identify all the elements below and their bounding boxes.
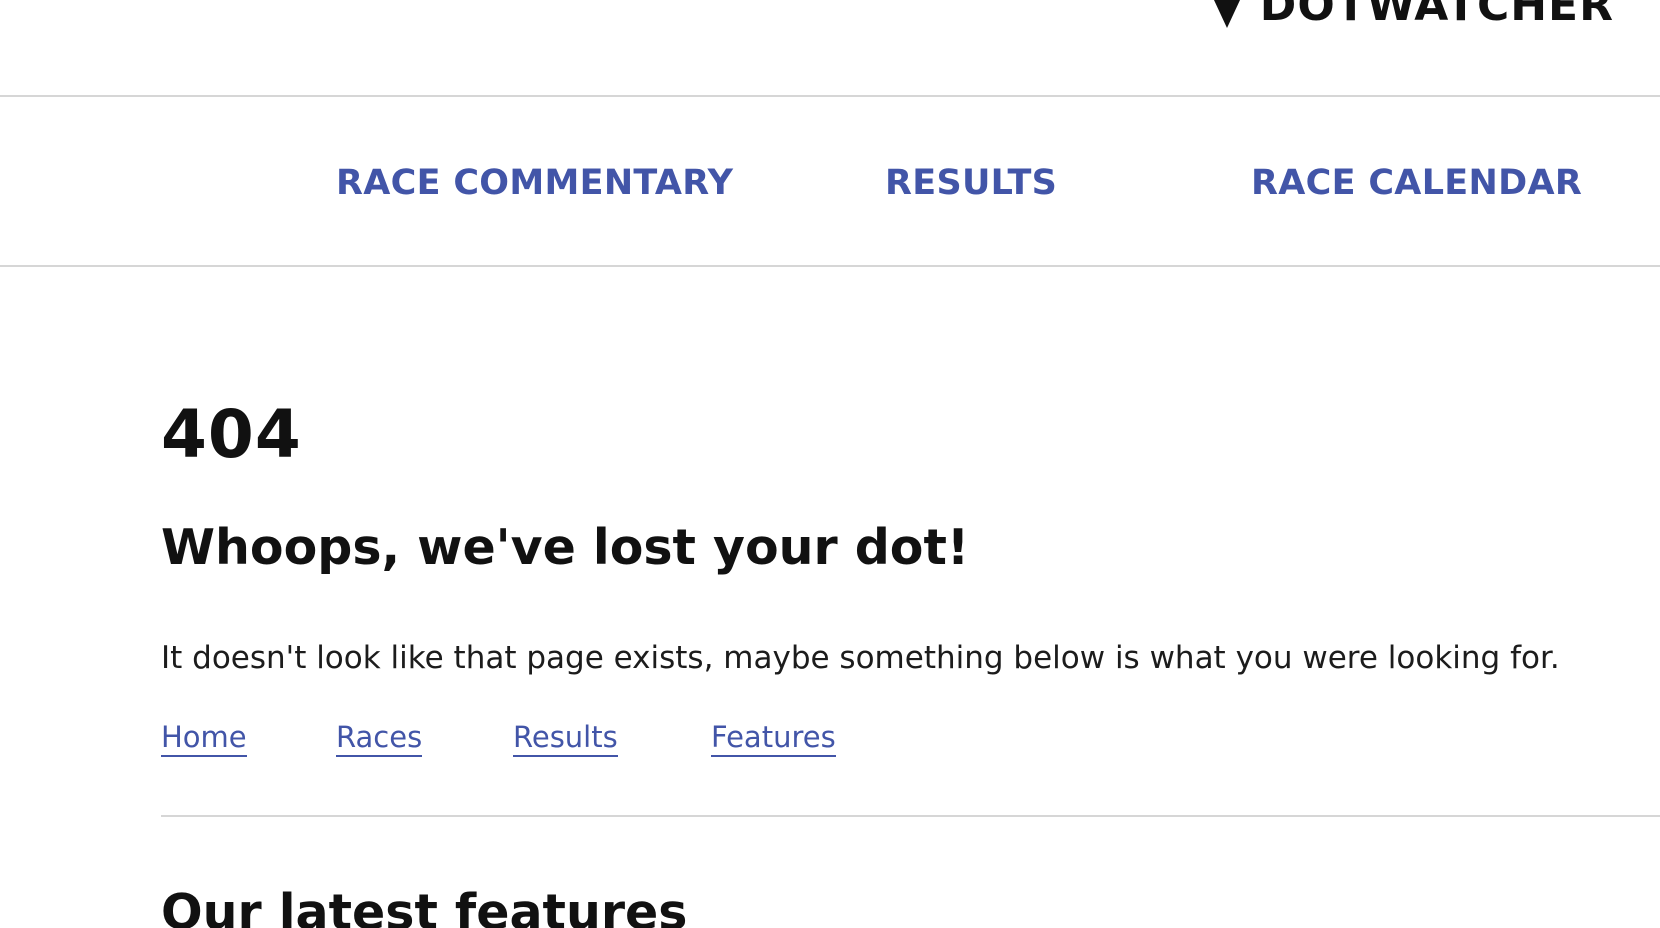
brand-logo-link[interactable]: DOTWATCHER (1212, 0, 1614, 36)
latest-features-title: Our latest features (161, 884, 688, 928)
link-results[interactable]: Results (513, 719, 618, 757)
brand-name: DOTWATCHER (1259, 0, 1614, 31)
content-divider (161, 815, 1660, 817)
main-navigation: RACE COMMENTARY RESULTS RACE CALENDAR (0, 96, 1660, 265)
nav-race-commentary[interactable]: RACE COMMENTARY (336, 162, 733, 204)
link-races[interactable]: Races (336, 719, 423, 757)
link-features[interactable]: Features (711, 719, 836, 757)
page: DOTWATCHER RACE COMMENTARY RESULTS RACE … (0, 0, 1660, 928)
error-headline: Whoops, we've lost your dot! (161, 519, 970, 576)
nav-race-calendar[interactable]: RACE CALENDAR (1251, 162, 1582, 204)
error-message: It doesn't look like that page exists, m… (161, 640, 1560, 676)
nav-divider (0, 265, 1660, 267)
map-pin-icon (1213, 0, 1240, 28)
nav-results[interactable]: RESULTS (885, 162, 1057, 204)
link-home[interactable]: Home (161, 719, 247, 757)
error-code: 404 (161, 396, 302, 473)
